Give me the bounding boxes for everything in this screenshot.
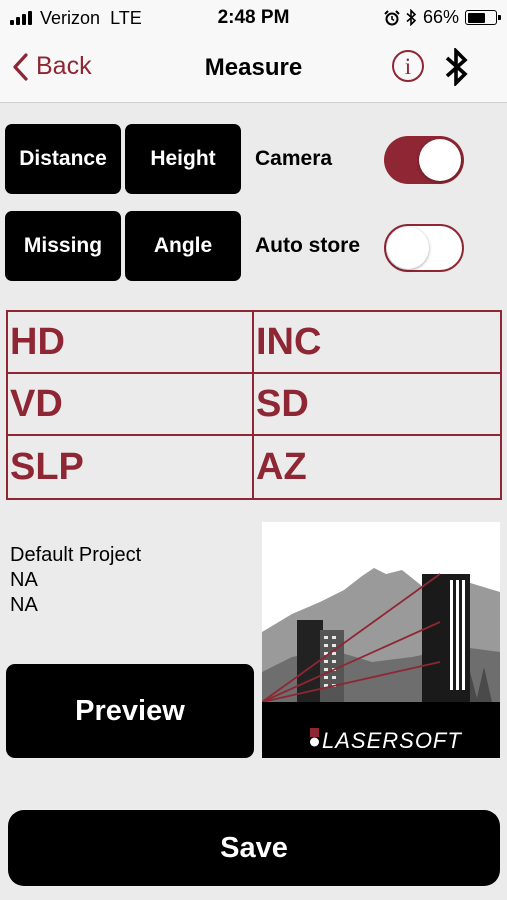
angle-button[interactable]: Angle (125, 211, 241, 281)
status-bar: Verizon LTE 2:48 PM 66% (0, 0, 507, 36)
logo-text: LASERSOFT (322, 728, 462, 753)
bluetooth-icon (406, 9, 417, 26)
readings-grid: HD INC VD SD SLP AZ (6, 310, 502, 500)
auto-store-toggle[interactable] (384, 224, 464, 272)
preview-button[interactable]: Preview (6, 664, 254, 758)
bluetooth-icon[interactable] (443, 48, 471, 86)
status-right: 66% (384, 7, 501, 28)
auto-store-label: Auto store (255, 234, 360, 257)
nav-bar: Back Measure i (0, 36, 507, 103)
toggle-knob (419, 139, 461, 181)
lasersoft-logo: LASERSOFT (262, 522, 500, 758)
battery-level (467, 12, 486, 23)
distance-button[interactable]: Distance (5, 124, 121, 194)
reading-hd: HD (8, 312, 254, 374)
reading-slp: SLP (8, 436, 254, 498)
camera-label: Camera (255, 147, 333, 170)
project-line-3: NA (10, 594, 38, 616)
battery-percent: 66% (422, 7, 459, 27)
height-button[interactable]: Height (125, 124, 241, 194)
reading-sd: SD (254, 374, 500, 436)
page-title: Measure (204, 54, 303, 81)
project-line-2: NA (10, 569, 38, 591)
reading-vd: VD (8, 374, 254, 436)
alarm-icon (384, 9, 400, 25)
save-button[interactable]: Save (8, 810, 500, 886)
battery-icon (465, 10, 501, 25)
project-name: Default Project (10, 544, 142, 566)
logo-illustration: LASERSOFT (262, 522, 500, 758)
missing-button[interactable]: Missing (5, 211, 121, 281)
toggle-knob (387, 227, 429, 269)
reading-inc: INC (254, 312, 500, 374)
info-icon[interactable]: i (392, 50, 424, 82)
camera-toggle[interactable] (384, 136, 464, 184)
reading-az: AZ (256, 445, 307, 488)
